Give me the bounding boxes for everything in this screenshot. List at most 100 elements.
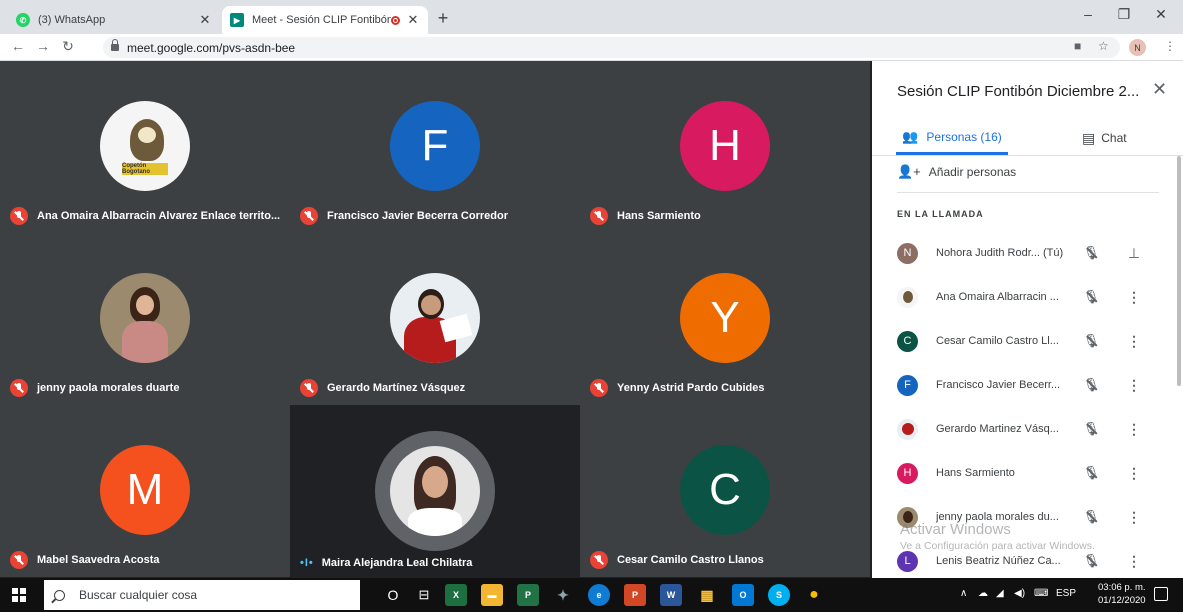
- reload-icon[interactable]: ↻: [58, 38, 78, 55]
- tab-whatsapp[interactable]: ✆ (3) WhatsApp ✕: [8, 6, 220, 34]
- bookmark-star-icon[interactable]: ☆: [1098, 39, 1109, 53]
- person-row[interactable]: L Lenis Beatriz Núñez Ca... 🎙 ⋮: [897, 549, 1152, 573]
- skype-icon[interactable]: S: [768, 584, 790, 606]
- new-tab-button[interactable]: +: [432, 8, 454, 29]
- keyboard-icon[interactable]: ⌨: [1034, 588, 1048, 599]
- powerpoint-icon[interactable]: P: [624, 584, 646, 606]
- mic-off-icon: [10, 207, 28, 225]
- participant-name: Francisco Javier Becerra Corredor: [327, 210, 508, 222]
- chrome-icon[interactable]: ●: [803, 584, 825, 606]
- avatar: Copetón Bogotano: [100, 101, 190, 191]
- add-people-button[interactable]: 👤+ Añadir personas: [897, 164, 1016, 180]
- app-icon[interactable]: ✦: [552, 584, 574, 606]
- more-options-icon[interactable]: ⋮: [1126, 421, 1142, 438]
- close-tab-icon[interactable]: ✕: [406, 12, 420, 28]
- browser-toolbar: ← → ↻ meet.google.com/pvs-asdn-bee ■ ☆ N…: [0, 34, 1183, 61]
- participant-tile[interactable]: F Francisco Javier Becerra Corredor: [290, 61, 580, 233]
- mic-off-icon: 🎙: [1082, 421, 1100, 436]
- word-icon[interactable]: W: [660, 584, 682, 606]
- excel-icon[interactable]: X: [445, 584, 467, 606]
- person-row[interactable]: Ana Omaira Albarracin ... 🎙 ⋮: [897, 285, 1152, 309]
- more-options-icon[interactable]: ⋮: [1126, 289, 1142, 306]
- outlook-icon[interactable]: O: [732, 584, 754, 606]
- mic-off-icon: [300, 379, 318, 397]
- participant-tile[interactable]: Copetón Bogotano Ana Omaira Albarracin A…: [0, 61, 290, 233]
- forward-icon[interactable]: →: [33, 38, 53, 54]
- avatar: C: [897, 330, 918, 352]
- participant-tile[interactable]: H Hans Sarmiento: [580, 61, 870, 233]
- tray-chevron-icon[interactable]: ∧: [960, 588, 967, 599]
- windows-activation-title: Activar Windows: [900, 521, 1011, 538]
- avatar: [897, 286, 918, 308]
- participant-tile[interactable]: Y Yenny Astrid Pardo Cubides: [580, 233, 870, 405]
- camera-icon[interactable]: ■: [1074, 39, 1081, 53]
- avatar: [390, 273, 480, 363]
- more-options-icon[interactable]: ⋮: [1126, 377, 1142, 394]
- tab-chat[interactable]: ▤ Chat: [1082, 121, 1127, 155]
- participant-name: Hans Sarmiento: [617, 210, 701, 222]
- more-options-icon[interactable]: ⋮: [1126, 553, 1142, 570]
- mic-off-icon: 🎙: [1082, 553, 1100, 568]
- volume-icon[interactable]: ◀): [1014, 588, 1025, 599]
- add-person-icon: 👤+: [897, 164, 921, 179]
- person-row[interactable]: F Francisco Javier Becerr... 🎙 ⋮: [897, 373, 1152, 397]
- windows-start-icon[interactable]: [12, 588, 26, 602]
- tab-meet[interactable]: ▶ Meet - Sesión CLIP Fontibón ✕: [222, 6, 428, 34]
- more-options-icon[interactable]: ⋮: [1126, 333, 1142, 350]
- mic-off-icon: [590, 207, 608, 225]
- add-people-label: Añadir personas: [928, 165, 1017, 179]
- maximize-button[interactable]: ❐: [1109, 6, 1139, 23]
- notifications-icon[interactable]: [1154, 587, 1168, 601]
- project-icon[interactable]: P: [517, 584, 539, 606]
- tab-people-label: Personas (16): [926, 129, 1002, 144]
- participant-tile[interactable]: C Cesar Camilo Castro Llanos: [580, 405, 870, 577]
- person-name: Hans Sarmiento: [936, 467, 1015, 479]
- participant-name: Ana Omaira Albarracin Alvarez Enlace ter…: [37, 210, 281, 222]
- participant-name: Mabel Saavedra Acosta: [37, 554, 160, 566]
- participant-tile[interactable]: Gerardo Martínez Vásquez: [290, 233, 580, 405]
- tab-people[interactable]: 👥 Personas (16): [896, 121, 1008, 155]
- file-explorer-icon[interactable]: ▬: [481, 584, 503, 606]
- task-view-icon[interactable]: ⊟: [413, 584, 435, 606]
- participant-tile-speaking[interactable]: •I• Maira Alejandra Leal Chilatra: [290, 405, 580, 577]
- more-options-icon[interactable]: ⋮: [1126, 465, 1142, 482]
- person-row[interactable]: N Nohora Judith Rodr... (Tú) 🎙 ⊥: [897, 241, 1152, 265]
- avatar: F: [390, 101, 480, 191]
- whatsapp-icon: ✆: [16, 13, 30, 27]
- close-tab-icon[interactable]: ✕: [198, 12, 212, 28]
- language-indicator[interactable]: ESP: [1056, 588, 1076, 599]
- back-icon[interactable]: ←: [8, 38, 28, 54]
- store-icon[interactable]: ▦: [696, 584, 718, 606]
- close-panel-icon[interactable]: ✕: [1152, 79, 1167, 100]
- participant-name: Maira Alejandra Leal Chilatra: [321, 557, 473, 569]
- taskbar-clock[interactable]: 03:06 p. m. 01/12/2020: [1098, 581, 1146, 607]
- taskbar-search-box[interactable]: Buscar cualquier cosa: [44, 580, 360, 610]
- url-text: meet.google.com/pvs-asdn-bee: [127, 40, 296, 55]
- address-bar[interactable]: meet.google.com/pvs-asdn-bee: [103, 37, 1120, 58]
- person-row[interactable]: Gerardo Martinez Vásq... 🎙 ⋮: [897, 417, 1152, 441]
- wifi-icon[interactable]: ◢: [996, 588, 1004, 599]
- onedrive-icon[interactable]: ☁: [978, 588, 988, 599]
- pin-icon[interactable]: ⊥: [1126, 245, 1142, 262]
- lock-icon: [111, 39, 119, 51]
- cortana-icon[interactable]: O: [382, 584, 404, 606]
- profile-avatar[interactable]: N: [1129, 39, 1146, 56]
- participant-name: Cesar Camilo Castro Llanos: [617, 554, 764, 566]
- close-window-button[interactable]: ✕: [1146, 6, 1176, 23]
- person-row[interactable]: H Hans Sarmiento 🎙 ⋮: [897, 461, 1152, 485]
- minimize-button[interactable]: –: [1073, 6, 1103, 22]
- edge-icon[interactable]: e: [588, 584, 610, 606]
- meeting-title: Sesión CLIP Fontibón Diciembre 2...: [897, 83, 1140, 100]
- person-row[interactable]: C Cesar Camilo Castro Ll... 🎙 ⋮: [897, 329, 1152, 353]
- participant-tile[interactable]: jenny paola morales duarte: [0, 233, 290, 405]
- people-icon: 👥: [902, 128, 919, 144]
- person-name: Cesar Camilo Castro Ll...: [936, 335, 1059, 347]
- mic-off-icon: 🎙: [1082, 333, 1100, 348]
- more-options-icon[interactable]: ⋮: [1126, 509, 1142, 526]
- menu-kebab-icon[interactable]: ⋮: [1164, 39, 1176, 53]
- scrollbar[interactable]: [1177, 156, 1181, 386]
- participant-tile[interactable]: M Mabel Saavedra Acosta: [0, 405, 290, 577]
- chat-icon: ▤: [1082, 129, 1096, 146]
- mic-off-icon: 🎙: [1082, 289, 1100, 304]
- tab-chat-label: Chat: [1101, 131, 1127, 145]
